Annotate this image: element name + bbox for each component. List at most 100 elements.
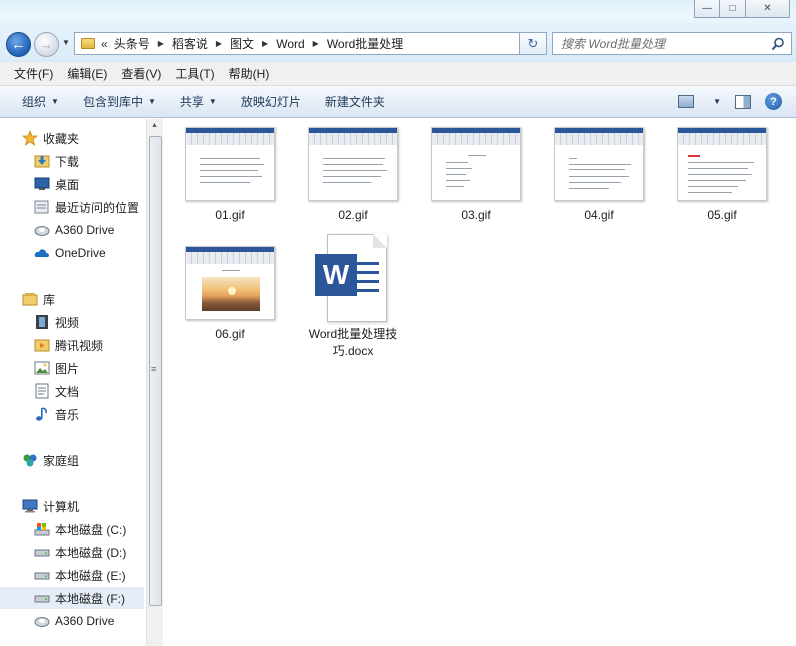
desktop-icon [34, 177, 50, 190]
back-arrow-icon: ← [11, 36, 26, 53]
menu-edit[interactable]: 编辑(E) [67, 65, 107, 82]
dropdown-caret-icon: ▼ [208, 97, 217, 106]
nav-item-label: A360 Drive [55, 614, 115, 628]
nav-item-drive-e[interactable]: 本地磁盘 (E:) [0, 564, 144, 586]
preview-pane-icon[interactable] [735, 94, 751, 109]
menu-view[interactable]: 查看(V) [121, 65, 161, 82]
include-in-library-button[interactable]: 包含到库中 ▼ [83, 93, 156, 110]
include-in-library-label: 包含到库中 [82, 95, 143, 109]
address-bar[interactable]: « 头条号 ▶ 稻客说 ▶ 图文 ▶ Word ▶ Word批量处理 ▼ [74, 32, 542, 55]
file-name: 04.gif [584, 208, 614, 222]
forward-button[interactable]: → [34, 32, 59, 57]
breadcrumb-item[interactable]: 头条号 [114, 35, 150, 52]
file-item[interactable]: 01.gif [178, 127, 282, 224]
nav-item-videos[interactable]: 视频 [0, 311, 144, 333]
file-name: 02.gif [338, 208, 368, 222]
star-icon [22, 130, 38, 146]
breadcrumb-item[interactable]: 图文 [230, 35, 254, 52]
nav-item-tencent-video[interactable]: 腾讯视频 [0, 334, 144, 356]
onedrive-cloud-icon [34, 249, 49, 257]
breadcrumb-chevron-icon[interactable]: ▶ [216, 39, 222, 48]
hard-drive-icon [34, 549, 50, 557]
nav-item-recent-places[interactable]: 最近访问的位置 [0, 196, 144, 218]
slideshow-button[interactable]: 放映幻灯片 [241, 93, 301, 110]
nav-libraries-label: 库 [43, 292, 56, 307]
pictures-icon [34, 361, 50, 375]
new-folder-button[interactable]: 新建文件夹 [325, 93, 385, 110]
tencent-video-folder-icon [34, 339, 50, 352]
nav-item-label: 腾讯视频 [55, 338, 104, 353]
file-name: Word批量处理技巧.docx [308, 327, 398, 358]
nav-item-drive-c[interactable]: 本地磁盘 (C:) [0, 518, 144, 540]
breadcrumb-item[interactable]: 稻客说 [172, 35, 208, 52]
recent-pages-button[interactable]: ▼ [62, 38, 70, 47]
search-icon[interactable] [771, 37, 785, 51]
video-film-icon [36, 315, 48, 329]
share-button[interactable]: 共享 ▼ [180, 93, 217, 110]
nav-item-label: 本地磁盘 (E:) [55, 568, 126, 583]
organize-button[interactable]: 组织 ▼ [22, 93, 59, 110]
navigation-scrollbar[interactable]: ▲ ≡ [146, 119, 163, 646]
refresh-button[interactable]: ↻ [519, 32, 547, 55]
breadcrumb-item[interactable]: Word [276, 37, 304, 51]
view-controls: ▼ ? [678, 93, 782, 110]
nav-item-label: 本地磁盘 (D:) [55, 545, 127, 560]
address-overflow-icon[interactable]: « [101, 37, 108, 51]
file-item[interactable]: 02.gif [301, 127, 405, 224]
nav-item-a360-drive[interactable]: A360 Drive [0, 219, 144, 241]
refresh-icon: ↻ [527, 35, 539, 51]
nav-computer[interactable]: 计算机 [0, 495, 144, 517]
maximize-button[interactable]: □ [720, 0, 746, 18]
nav-favorites[interactable]: 收藏夹 [0, 127, 144, 149]
search-input[interactable] [561, 36, 771, 51]
minimize-button[interactable]: — [694, 0, 720, 18]
close-icon: ✕ [763, 3, 772, 14]
breadcrumb-chevron-icon[interactable]: ▶ [262, 39, 268, 48]
file-item[interactable]: 06.gif [178, 246, 282, 343]
command-bar: 组织 ▼ 包含到库中 ▼ 共享 ▼ 放映幻灯片 新建文件夹 ▼ ? [0, 86, 796, 118]
nav-item-label: A360 Drive [55, 223, 115, 237]
recent-places-icon [34, 200, 49, 214]
nav-item-documents[interactable]: 文档 [0, 380, 144, 402]
scroll-up-arrow-icon[interactable]: ▲ [151, 122, 158, 129]
nav-item-a360-drive-computer[interactable]: A360 Drive [0, 610, 144, 632]
navigation-bar: ← → ▼ « 头条号 ▶ 稻客说 ▶ 图文 ▶ Word ▶ Word批量处理… [0, 26, 796, 62]
nav-item-drive-f[interactable]: 本地磁盘 (F:) [0, 587, 144, 609]
organize-label: 组织 [22, 95, 47, 109]
gif-thumbnail [677, 127, 767, 201]
back-button[interactable]: ← [6, 32, 31, 57]
nav-item-drive-d[interactable]: 本地磁盘 (D:) [0, 541, 144, 563]
search-box[interactable] [552, 32, 792, 55]
nav-item-onedrive[interactable]: OneDrive [0, 242, 144, 264]
nav-item-pictures[interactable]: 图片 [0, 357, 144, 379]
nav-homegroup[interactable]: 家庭组 [0, 449, 144, 471]
nav-item-desktop[interactable]: 桌面 [0, 173, 144, 195]
nav-item-downloads[interactable]: 下载 [0, 150, 144, 172]
menu-tools[interactable]: 工具(T) [175, 65, 214, 82]
breadcrumb-item[interactable]: Word批量处理 [327, 35, 403, 52]
menu-help[interactable]: 帮助(H) [229, 65, 270, 82]
breadcrumb-chevron-icon[interactable]: ▶ [158, 39, 164, 48]
menu-bar: 文件(F) 编辑(E) 查看(V) 工具(T) 帮助(H) [0, 62, 796, 86]
close-button[interactable]: ✕ [746, 0, 790, 18]
share-label: 共享 [179, 95, 204, 109]
menu-file[interactable]: 文件(F) [14, 65, 53, 82]
gif-thumbnail [185, 127, 275, 201]
change-view-icon[interactable] [678, 95, 695, 108]
file-item[interactable]: 04.gif [547, 127, 651, 224]
nav-libraries[interactable]: 库 [0, 288, 144, 310]
nav-item-label: 桌面 [55, 177, 80, 192]
file-name: 03.gif [461, 208, 491, 222]
a360-drive-icon [34, 226, 50, 236]
nav-item-music[interactable]: 音乐 [0, 403, 144, 425]
breadcrumb-chevron-icon[interactable]: ▶ [313, 39, 319, 48]
music-note-icon [36, 407, 47, 421]
nav-computer-label: 计算机 [43, 499, 80, 514]
file-item[interactable]: W Word批量处理技巧.docx [301, 234, 405, 360]
view-options-caret-icon[interactable]: ▼ [713, 97, 721, 106]
hard-drive-icon [34, 595, 50, 603]
homegroup-icon [23, 454, 37, 467]
file-item[interactable]: 05.gif [670, 127, 774, 224]
help-icon[interactable]: ? [765, 93, 782, 110]
file-item[interactable]: 03.gif [424, 127, 528, 224]
